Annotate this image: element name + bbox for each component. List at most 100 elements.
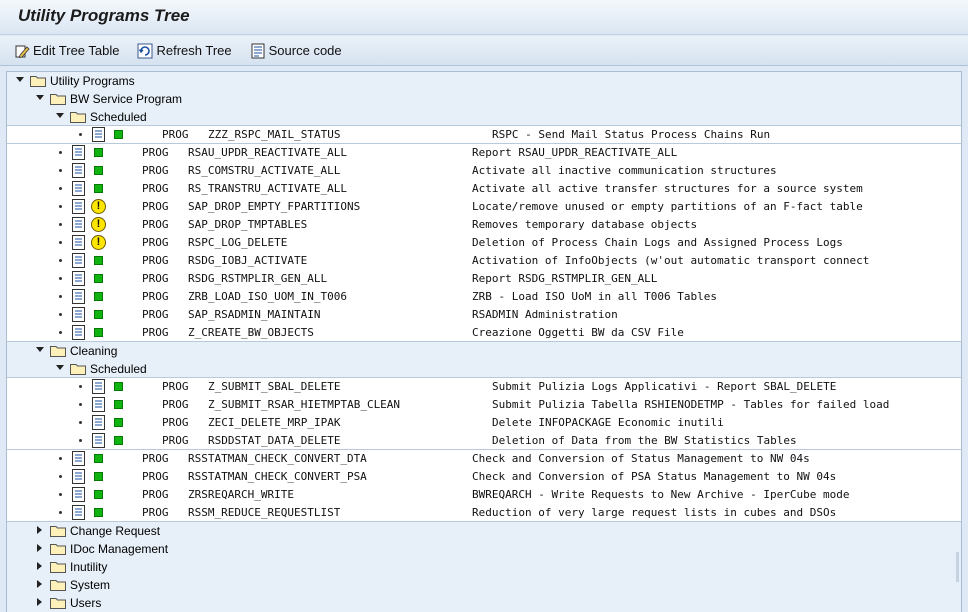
tree-node-bw-service-program[interactable]: BW Service Program (7, 90, 961, 108)
object-type: PROG (142, 146, 169, 159)
program-document-icon (72, 307, 85, 322)
program-document-icon (72, 199, 85, 214)
program-document-icon (72, 253, 85, 268)
bullet-marker (59, 511, 62, 514)
expand-toggle[interactable] (56, 365, 64, 370)
source-code-icon (251, 43, 265, 58)
table-row[interactable]: PROG RS_TRANSTRU_ACTIVATE_ALL Activate a… (7, 180, 961, 198)
table-row[interactable]: PROG RSDG_RSTMPLIR_GEN_ALL Report RSDG_R… (7, 270, 961, 288)
table-row[interactable]: PROG Z_CREATE_BW_OBJECTS Creazione Ogget… (7, 324, 961, 342)
tree-node-scheduled[interactable]: Scheduled (7, 108, 961, 126)
object-type: PROG (162, 416, 189, 429)
expand-toggle[interactable] (56, 113, 64, 118)
tree-node-system[interactable]: System (7, 576, 961, 594)
folder-icon (70, 364, 86, 375)
table-row[interactable]: PROG Z_SUBMIT_RSAR_HIETMPTAB_CLEAN Submi… (7, 396, 961, 414)
table-row[interactable]: PROG Z_SUBMIT_SBAL_DELETE Submit Pulizia… (7, 378, 961, 396)
bullet-marker (79, 385, 82, 388)
table-row[interactable]: PROG RSAU_UPDR_REACTIVATE_ALL Report RSA… (7, 144, 961, 162)
program-name: ZRB_LOAD_ISO_UOM_IN_T006 (188, 290, 347, 303)
table-row[interactable]: PROG SAP_RSADMIN_MAINTAIN RSADMIN Admini… (7, 306, 961, 324)
tree-node-inutility[interactable]: Inutility (7, 558, 961, 576)
table-row[interactable]: PROG RSSM_REDUCE_REQUESTLIST Reduction o… (7, 504, 961, 522)
tree-node-label: IDoc Management (70, 542, 169, 556)
object-type: PROG (162, 380, 189, 393)
program-description: Check and Conversion of Status Managemen… (472, 452, 810, 465)
table-row[interactable]: PROG RSDDSTAT_DATA_DELETE Deletion of Da… (7, 432, 961, 450)
refresh-tree-button[interactable]: Refresh Tree (137, 40, 232, 62)
title-bar: Utility Programs Tree (0, 0, 968, 35)
folder-icon (50, 526, 66, 537)
tree-node-users[interactable]: Users (7, 594, 961, 612)
bullet-marker (59, 241, 62, 244)
table-row[interactable]: ! PROG SAP_DROP_TMPTABLES Removes tempor… (7, 216, 961, 234)
program-document-icon (72, 487, 85, 502)
table-row[interactable]: ! PROG RSPC_LOG_DELETE Deletion of Proce… (7, 234, 961, 252)
refresh-icon (137, 43, 153, 58)
green-status-icon (94, 292, 103, 301)
program-name: SAP_DROP_TMPTABLES (188, 218, 308, 231)
source-code-button[interactable]: Source code (250, 40, 342, 62)
table-row[interactable]: PROG ZRB_LOAD_ISO_UOM_IN_T006 ZRB - Load… (7, 288, 961, 306)
tree-node-scheduled[interactable]: Scheduled (7, 360, 961, 378)
table-row[interactable]: PROG ZECI_DELETE_MRP_IPAK Delete INFOPAC… (7, 414, 961, 432)
refresh-tree-label: Refresh Tree (156, 43, 232, 58)
tree-node-label: Scheduled (90, 362, 147, 376)
expand-toggle[interactable] (36, 95, 44, 100)
expand-toggle[interactable] (37, 580, 42, 588)
program-document-icon (72, 505, 85, 520)
table-row[interactable]: ! PROG SAP_DROP_EMPTY_FPARTITIONS Locate… (7, 198, 961, 216)
scrollbar[interactable] (956, 552, 959, 582)
green-status-icon (114, 436, 123, 445)
folder-icon (50, 580, 66, 591)
table-row[interactable]: PROG RSSTATMAN_CHECK_CONVERT_PSA Check a… (7, 468, 961, 486)
edit-tree-table-label: Edit Tree Table (33, 43, 120, 58)
green-status-icon (94, 274, 103, 283)
program-name: RSDDSTAT_DATA_DELETE (208, 434, 341, 447)
expand-toggle[interactable] (37, 598, 42, 606)
program-document-icon (72, 469, 85, 484)
table-row[interactable]: PROG RSDG_IOBJ_ACTIVATE Activation of In… (7, 252, 961, 270)
program-name: ZRSREQARCH_WRITE (188, 488, 294, 501)
bullet-marker (59, 277, 62, 280)
program-document-icon (92, 433, 105, 448)
object-type: PROG (142, 164, 169, 177)
expand-toggle[interactable] (37, 562, 42, 570)
table-row[interactable]: PROG RSSTATMAN_CHECK_CONVERT_DTA Check a… (7, 450, 961, 468)
bullet-marker (59, 475, 62, 478)
green-status-icon (94, 472, 103, 481)
program-name: RSSM_REDUCE_REQUESTLIST (188, 506, 341, 519)
table-row[interactable]: PROG ZRSREQARCH_WRITE BWREQARCH - Write … (7, 486, 961, 504)
green-status-icon (114, 418, 123, 427)
program-document-icon (92, 379, 105, 394)
folder-icon (50, 562, 66, 573)
program-document-icon (92, 397, 105, 412)
tree-node-label: Users (70, 596, 102, 610)
program-name: RSAU_UPDR_REACTIVATE_ALL (188, 146, 347, 159)
program-description: Activation of InfoObjects (w'out automat… (472, 254, 870, 267)
table-row[interactable]: PROG ZZZ_RSPC_MAIL_STATUS RSPC - Send Ma… (7, 126, 961, 144)
expand-toggle[interactable] (36, 347, 44, 352)
program-description: RSADMIN Administration (472, 308, 618, 321)
expand-toggle[interactable] (16, 77, 24, 82)
object-type: PROG (142, 470, 169, 483)
folder-icon (50, 346, 66, 357)
green-status-icon (94, 490, 103, 499)
bullet-marker (79, 403, 82, 406)
tree-node-change-request[interactable]: Change Request (7, 522, 961, 540)
program-description: ZRB - Load ISO UoM in all T006 Tables (472, 290, 718, 303)
program-name: RSSTATMAN_CHECK_CONVERT_PSA (188, 470, 367, 483)
program-name: ZZZ_RSPC_MAIL_STATUS (208, 128, 341, 141)
program-document-icon (72, 181, 85, 196)
edit-tree-table-button[interactable]: Edit Tree Table (14, 40, 119, 62)
table-row[interactable]: PROG RS_COMSTRU_ACTIVATE_ALL Activate al… (7, 162, 961, 180)
program-document-icon (72, 163, 85, 178)
expand-toggle[interactable] (37, 526, 42, 534)
tree-node-cleaning[interactable]: Cleaning (7, 342, 961, 360)
tree-node-idoc-management[interactable]: IDoc Management (7, 540, 961, 558)
program-description: Delete INFOPACKAGE Economic inutili (492, 416, 724, 429)
tree-node-utility-programs[interactable]: Utility Programs (7, 72, 961, 90)
expand-toggle[interactable] (37, 544, 42, 552)
tree-node-label: Scheduled (90, 110, 147, 124)
program-name: ZECI_DELETE_MRP_IPAK (208, 416, 341, 429)
